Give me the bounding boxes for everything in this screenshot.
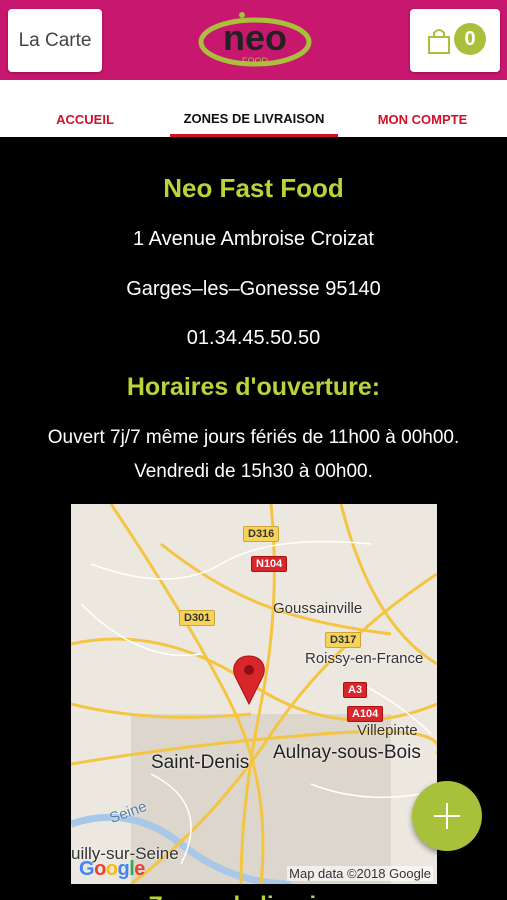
map-place-label: Roissy-en-France — [305, 650, 424, 667]
next-section-heading: Zones de livraison — [0, 892, 507, 900]
hours-line-2: Vendredi de 15h30 à 00h00. — [134, 461, 373, 482]
shopping-bag-icon — [428, 29, 450, 54]
logo-text: neo — [223, 17, 287, 58]
road-label: D317 — [325, 632, 362, 648]
phone-number[interactable]: 01.34.45.50.50 — [0, 327, 507, 350]
road-label: D316 — [243, 526, 280, 542]
plus-icon — [434, 803, 460, 829]
main-content: Neo Fast Food 1 Avenue Ambroise Croizat … — [0, 137, 507, 900]
location-map[interactable]: D316 N104 D301 D317 A3 A104 Goussainvill… — [71, 504, 437, 884]
menu-button[interactable]: La Carte — [8, 9, 102, 72]
map-credit: Map data ©2018 Google — [287, 866, 433, 881]
hours-title: Horaires d'ouverture: — [126, 373, 381, 401]
map-place-label: Villepinte — [357, 722, 418, 739]
google-logo: Google — [79, 858, 145, 880]
road-label: A104 — [347, 706, 384, 722]
map-place-label: Aulnay-sous-Bois — [273, 742, 421, 763]
add-button[interactable] — [412, 781, 482, 851]
logo-subtext: FOOD — [242, 56, 268, 66]
address-line-2: Garges–les–Gonesse 95140 — [126, 278, 381, 300]
tab-accueil[interactable]: ACCUEIL — [0, 80, 170, 137]
map-place-label: Goussainville — [273, 600, 363, 617]
tab-bar: ACCUEIL ZONES DE LIVRAISON MON COMPTE — [0, 80, 507, 137]
cart-count-badge: 0 — [454, 23, 486, 55]
road-label: N104 — [251, 556, 288, 572]
cart-button[interactable]: 0 — [410, 9, 500, 72]
tab-zones-de-livraison[interactable]: ZONES DE LIVRAISON — [170, 80, 338, 137]
app-header: La Carte neo FOOD 0 — [0, 0, 507, 80]
neo-food-logo: neo FOOD — [198, 12, 312, 67]
restaurant-name: Neo Fast Food — [163, 173, 344, 203]
address-line-1: 1 Avenue Ambroise Croizat — [133, 228, 374, 250]
hours-line-1: Ouvert 7j/7 même jours fériés de 11h00 à… — [47, 427, 460, 448]
road-label: A3 — [343, 682, 368, 698]
road-label: D301 — [179, 610, 216, 626]
tab-mon-compte[interactable]: MON COMPTE — [338, 80, 507, 137]
map-place-label: Saint-Denis — [151, 752, 250, 773]
